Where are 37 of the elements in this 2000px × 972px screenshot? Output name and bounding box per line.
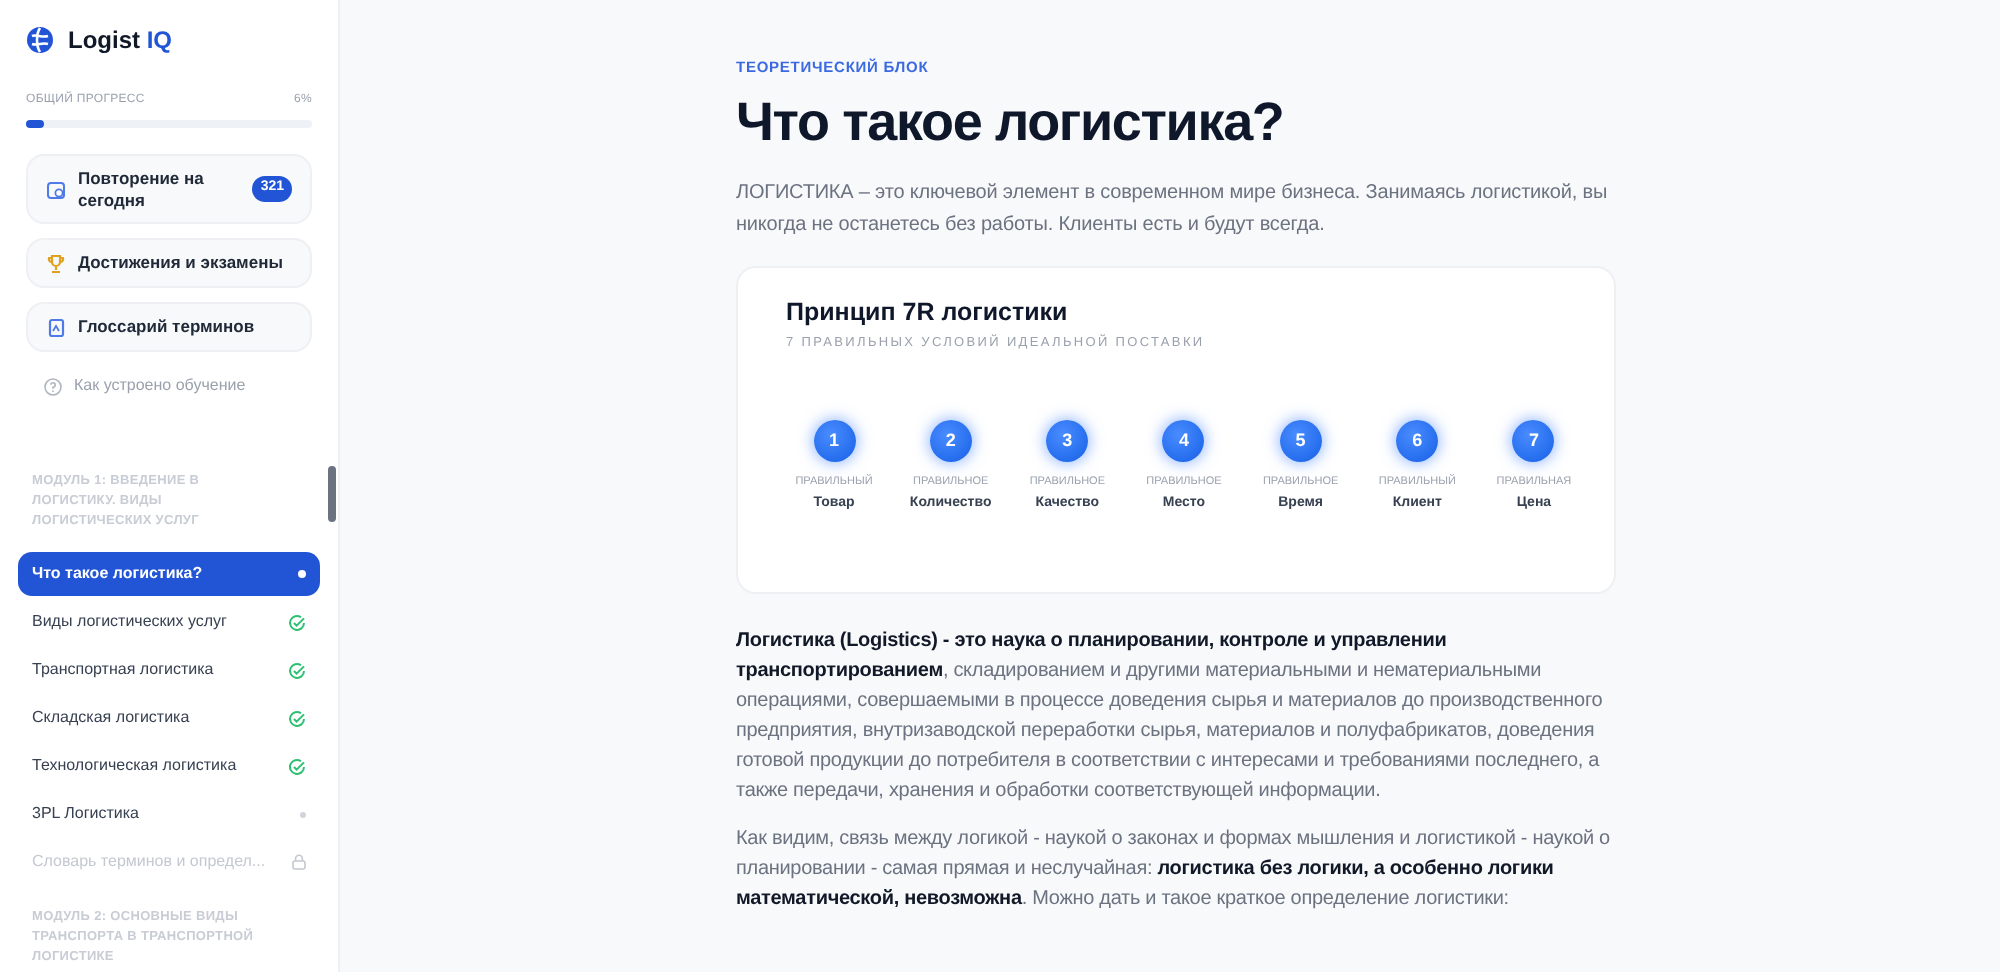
trophy-icon [46, 253, 66, 273]
scrollbar-thumb[interactable] [328, 466, 336, 522]
lesson-item[interactable]: Виды логистических услуг [18, 600, 320, 644]
body-paragraph: Как видим, связь между логикой - наукой о законах и формах мышления и логистикой - наукой о планировании - самая прямая и неслучайная: логистика без логики, а особенно логики математической, невозможна. Можно дать и такое краткое определение логистики: [736, 826, 1612, 915]
nav-card-label: Повторение на сегодня [78, 167, 206, 211]
step-number: 3 [1046, 419, 1089, 462]
nav-card-label: Достижения и экзамены [78, 252, 285, 274]
card-title: Принцип 7R логистики [786, 296, 1070, 331]
step-number: 4 [1162, 419, 1205, 462]
step-number: 1 [813, 419, 855, 462]
check-circle-icon [288, 709, 306, 727]
dot-icon [298, 570, 306, 578]
page-title: Что такое логистика? [736, 90, 1286, 157]
nav-card-label: Глоссарий терминов [78, 316, 257, 338]
nav-card[interactable]: Глоссарий терминов [26, 302, 312, 352]
step-number: 6 [1396, 419, 1439, 462]
globe-logo-icon [26, 26, 54, 54]
dot-icon [300, 811, 306, 817]
lesson-item[interactable]: Технологическая логистика [18, 744, 320, 788]
question-icon [44, 377, 62, 395]
body-paragraph: Логистика (Logistics) - это наука о планировании, контроле и управлении транспортированием, складированием и другими материальными и нематериальными операциями, совершаемыми в процессе доведения сырья и материалов до производственного предприятия, внутризаводской переработки сырья, материалов и полуфабрикатов, доведения готовой продукции до потребителя в соответствии с интересами и требованиями последнего, а также передачи, хранения и обработки соответствующей информации. [736, 628, 1605, 807]
nav-card[interactable]: Достижения и экзамены [26, 238, 312, 288]
step-number: 5 [1279, 419, 1322, 462]
brand-name: Logist IQ [68, 24, 172, 58]
check-circle-icon [288, 757, 306, 775]
lesson-item[interactable]: Транспортная логистика [18, 648, 320, 692]
book-icon [46, 317, 66, 337]
lesson-item[interactable]: Складская логистика [18, 696, 320, 740]
step-number: 2 [929, 419, 972, 462]
lesson-item[interactable]: Что такое логистика? [18, 552, 320, 596]
step-number: 7 [1512, 419, 1555, 462]
lesson-item[interactable]: 3PL Логистика [18, 792, 320, 836]
lock-icon [292, 854, 306, 870]
intro-text: ЛОГИСТИКА – это ключевой элемент в современном мире бизнеса. Занимаясь логистикой, вы никогда не останетесь без работы. Клиенты есть и будут всегда. [736, 180, 1610, 241]
check-circle-icon [288, 613, 306, 631]
check-circle-icon [288, 661, 306, 679]
calendar-clock-icon [46, 179, 66, 199]
